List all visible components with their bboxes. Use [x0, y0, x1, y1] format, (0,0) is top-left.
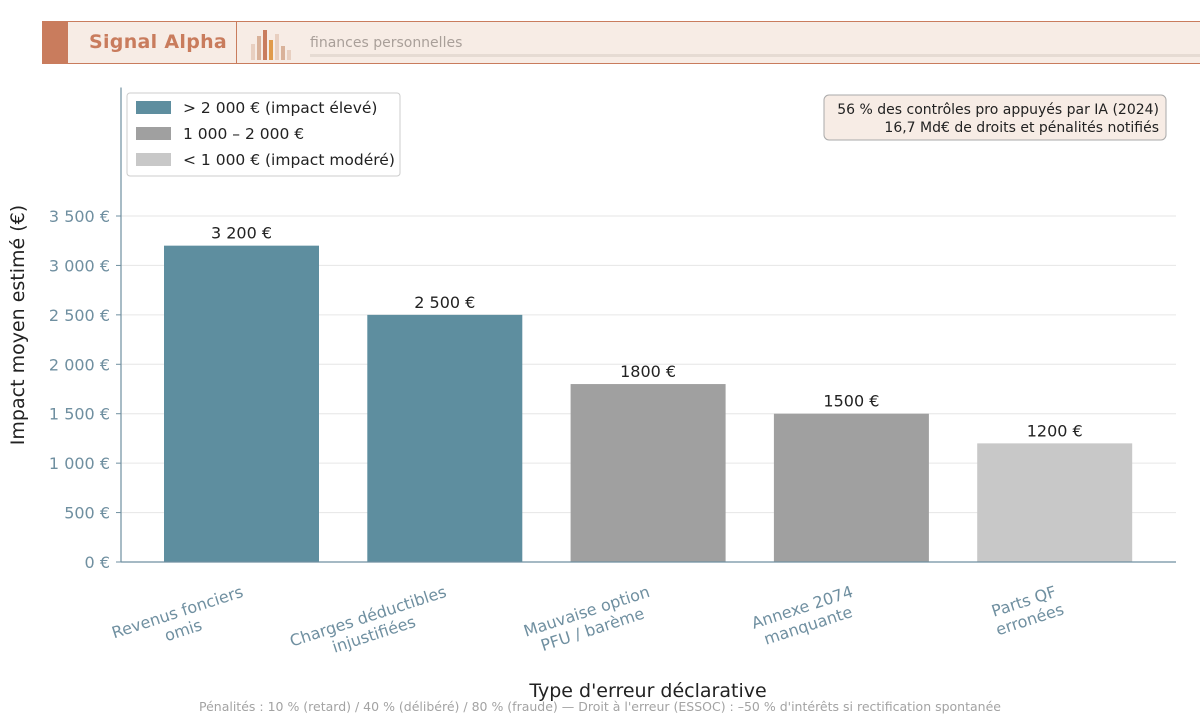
bar: [570, 384, 726, 562]
x-tick-label: Charges déductiblesinjustifiées: [287, 582, 448, 657]
legend-swatch-high: [136, 101, 171, 114]
bar: [367, 314, 523, 562]
bars: 3 200 € 2 500 € 1800 € 1500 € 1200 €: [164, 224, 1133, 562]
legend-swatch-mid: [136, 127, 171, 140]
x-tick-label: Mauvaise optionPFU / barème: [521, 582, 652, 655]
y-tick-label: 3 000 €: [49, 256, 110, 275]
x-tick-label: Revenus fonciersomis: [109, 582, 245, 645]
y-tick-label: 500 €: [64, 504, 110, 523]
bar-value-label: 1500 €: [823, 392, 879, 411]
bar-value-label: 1200 €: [1027, 421, 1083, 440]
legend-label-mid: 1 000 – 2 000 €: [183, 125, 304, 143]
legend-label-low: < 1 000 € (impact modéré): [183, 151, 395, 169]
bar-value-label: 1800 €: [620, 362, 676, 381]
footnote: Pénalités : 10 % (retard) / 40 % (délibé…: [199, 699, 1001, 714]
y-tick-label: 1 000 €: [49, 454, 110, 473]
y-tick-label: 2 000 €: [49, 355, 110, 374]
y-tick-label: 2 500 €: [49, 306, 110, 325]
x-tick-label: Annexe 2074manquante: [749, 582, 855, 649]
legend-label-high: > 2 000 € (impact élevé): [183, 99, 377, 117]
bar: [164, 245, 319, 562]
annotation-line-2: 16,7 Md€ de droits et pénalités notifiés: [884, 120, 1159, 136]
legend-swatch-low: [136, 153, 171, 166]
annotation-line-1: 56 % des contrôles pro appuyés par IA (2…: [837, 102, 1159, 118]
legend: > 2 000 € (impact élevé) 1 000 – 2 000 €…: [126, 92, 401, 177]
bar-value-label: 3 200 €: [211, 224, 272, 243]
x-tick-label: Parts QFerronées: [989, 582, 1066, 639]
bar: [773, 413, 929, 562]
y-tick-label: 0 €: [85, 553, 110, 572]
bar: [977, 443, 1133, 562]
y-tick-label: 1 500 €: [49, 405, 110, 424]
bar-value-label: 2 500 €: [414, 293, 475, 312]
bar-chart: 3 200 € 2 500 € 1800 € 1500 € 1200 € 0 € 500 …: [7, 87, 1176, 702]
y-axis-title: Impact moyen estimé (€): [7, 205, 29, 445]
stats-annotation: 56 % des contrôles pro appuyés par IA (2…: [823, 94, 1167, 141]
y-tick-label: 3 500 €: [49, 207, 110, 226]
